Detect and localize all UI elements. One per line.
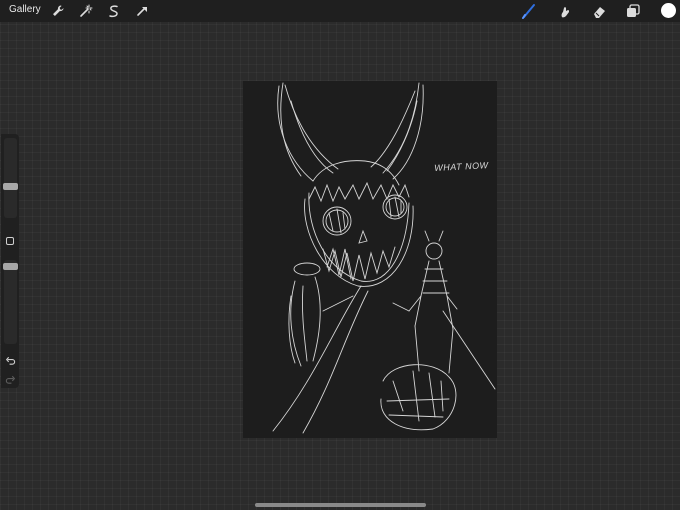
color-picker-swatch[interactable] [661,3,676,18]
brush-size-thumb[interactable] [3,183,18,190]
transform-arrow-icon[interactable] [134,3,150,19]
brush-icon[interactable] [521,3,537,19]
sketch-artwork [272,82,496,434]
home-indicator[interactable] [255,503,426,507]
smudge-icon[interactable] [556,3,572,19]
gallery-button[interactable]: Gallery [9,4,41,15]
redo-icon[interactable] [5,372,16,384]
magic-wand-icon[interactable] [78,3,94,19]
eraser-icon[interactable] [591,3,607,19]
opacity-slider[interactable] [4,260,17,344]
brush-size-slider[interactable] [4,138,17,218]
undo-icon[interactable] [5,353,16,365]
left-sidebar [1,134,19,388]
layers-icon[interactable] [625,3,641,19]
wrench-icon[interactable] [50,3,66,19]
top-toolbar: Gallery [0,0,680,22]
opacity-thumb[interactable] [3,263,18,270]
drawing-canvas[interactable]: WHAT NOW [243,81,497,438]
selection-icon[interactable] [106,3,122,19]
modify-square-icon[interactable] [6,237,14,245]
